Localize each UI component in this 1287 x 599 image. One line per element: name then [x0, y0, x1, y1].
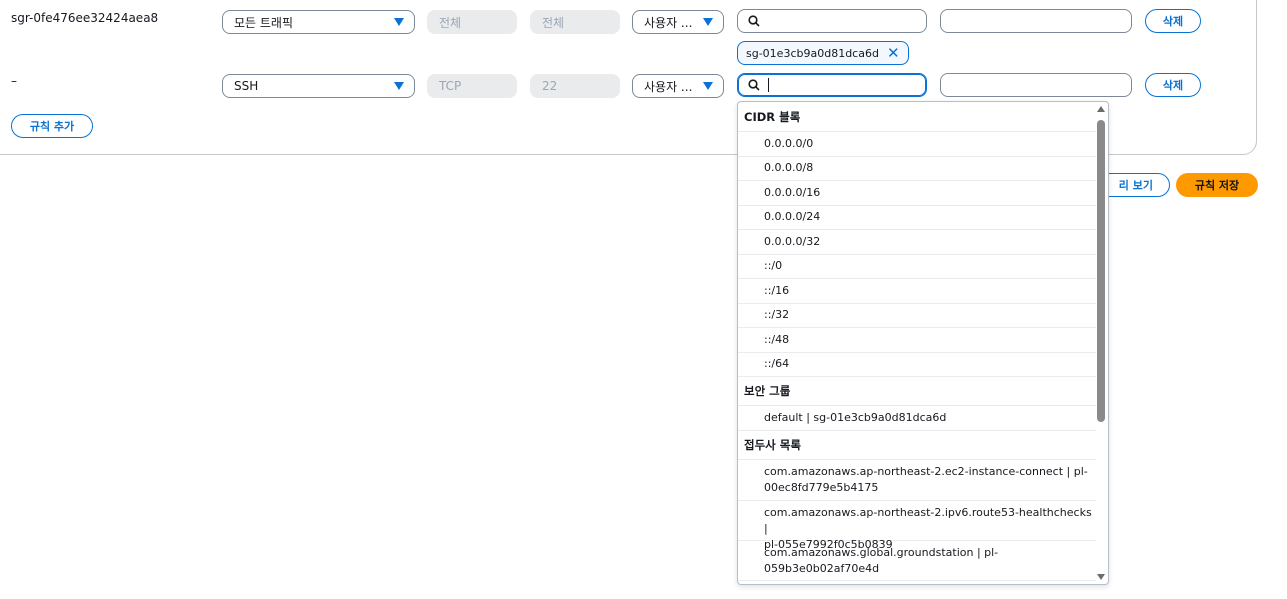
option-security-group[interactable]: default | sg-01e3cb9a0d81dca6d	[738, 406, 1096, 431]
option-cidr[interactable]: 0.0.0.0/32	[738, 230, 1096, 255]
search-icon	[748, 15, 760, 27]
group-security-group-label: 보안 그룹	[738, 377, 1096, 406]
option-prefix-list[interactable]: com.amazonaws.ap-northeast-2.ipv6.route5…	[738, 501, 1096, 551]
option-prefix-list[interactable]: com.amazonaws.global.groundstation | pl-…	[738, 541, 1096, 581]
source-search-input[interactable]	[737, 9, 927, 33]
description-input[interactable]	[940, 9, 1132, 33]
source-search-text[interactable]	[766, 14, 926, 28]
type-select-value: 모든 트래픽	[234, 15, 294, 30]
option-cidr[interactable]: 0.0.0.0/8	[738, 157, 1096, 181]
port-range-field: 전체	[530, 10, 620, 34]
option-cidr[interactable]: ::/0	[738, 255, 1096, 279]
source-search-input[interactable]	[737, 73, 927, 97]
option-line: 00ec8fd779e5b4175	[764, 481, 879, 494]
caret-down-icon	[703, 18, 713, 26]
scroll-up-icon[interactable]	[1097, 106, 1105, 112]
rule-id: sgr-0fe476ee32424aea8	[11, 11, 159, 25]
description-input[interactable]	[940, 73, 1132, 97]
option-line: 059b3e0b02af70e4d	[764, 562, 880, 575]
port-range-field: 22	[530, 74, 620, 98]
delete-rule-button[interactable]: 삭제	[1145, 9, 1201, 33]
source-type-select[interactable]: 사용자 ...	[632, 74, 724, 98]
option-cidr[interactable]: ::/48	[738, 328, 1096, 353]
option-cidr[interactable]: 0.0.0.0/0	[738, 132, 1096, 157]
source-type-select[interactable]: 사용자 ...	[632, 10, 724, 34]
group-prefix-list-label: 접두사 목록	[738, 431, 1096, 460]
type-select[interactable]: SSH	[222, 74, 415, 98]
option-cidr[interactable]: 0.0.0.0/16	[738, 181, 1096, 206]
close-icon[interactable]: ✕	[887, 45, 900, 61]
text-cursor	[768, 78, 769, 92]
token-label: sg-01e3cb9a0d81dca6d	[746, 46, 879, 60]
scrollbar-thumb[interactable]	[1097, 120, 1105, 422]
scroll-down-icon[interactable]	[1097, 574, 1105, 580]
type-select[interactable]: 모든 트래픽	[222, 10, 415, 34]
rule-id: –	[11, 74, 17, 88]
caret-down-icon	[703, 82, 713, 90]
search-icon	[748, 79, 760, 91]
add-rule-button[interactable]: 규칙 추가	[11, 114, 93, 138]
type-select-value: SSH	[234, 79, 259, 93]
option-cidr[interactable]: ::/32	[738, 304, 1096, 328]
dropdown-scrollbar[interactable]	[1094, 102, 1108, 584]
options-list: CIDR 블록 0.0.0.0/0 0.0.0.0/8 0.0.0.0/16 0…	[738, 102, 1096, 581]
option-line: com.amazonaws.ap-northeast-2.ipv6.route5…	[764, 506, 1092, 535]
option-cidr[interactable]: ::/64	[738, 353, 1096, 377]
option-line: com.amazonaws.global.groundstation | pl-	[764, 546, 999, 559]
source-options-dropdown: CIDR 블록 0.0.0.0/0 0.0.0.0/8 0.0.0.0/16 0…	[737, 101, 1109, 585]
protocol-field: TCP	[427, 74, 517, 98]
source-type-value: 사용자 ...	[644, 79, 693, 94]
protocol-field: 전체	[427, 10, 517, 34]
option-cidr[interactable]: 0.0.0.0/24	[738, 206, 1096, 230]
caret-down-icon	[394, 18, 404, 26]
save-rules-button[interactable]: 규칙 저장	[1176, 173, 1258, 197]
caret-down-icon	[394, 82, 404, 90]
option-cidr[interactable]: ::/16	[738, 279, 1096, 304]
delete-rule-button[interactable]: 삭제	[1145, 73, 1201, 97]
selected-source-token: sg-01e3cb9a0d81dca6d ✕	[737, 41, 909, 65]
source-search-text[interactable]	[775, 78, 926, 92]
option-prefix-list[interactable]: com.amazonaws.ap-northeast-2.ec2-instanc…	[738, 460, 1096, 501]
group-cidr-label: CIDR 블록	[738, 102, 1096, 132]
source-type-value: 사용자 ...	[644, 15, 693, 30]
option-line: com.amazonaws.ap-northeast-2.ec2-instanc…	[764, 465, 1088, 478]
